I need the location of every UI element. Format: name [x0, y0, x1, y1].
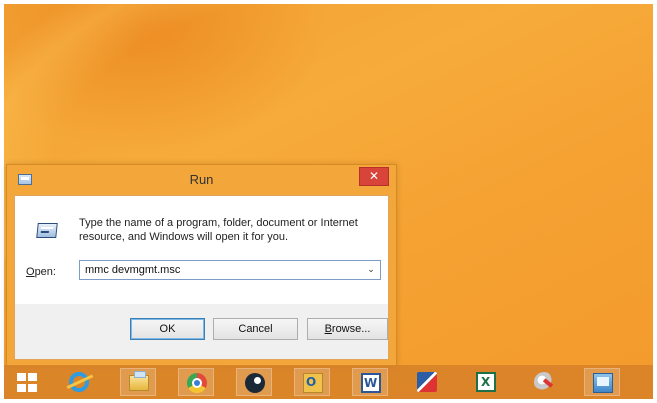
- browse-accelerator: B: [324, 323, 332, 335]
- taskbar-item-excel[interactable]: [468, 368, 504, 396]
- word-icon: [361, 373, 381, 393]
- windows-logo-icon: [17, 373, 37, 393]
- taskbar-item-chrome[interactable]: [178, 368, 214, 396]
- open-label-accelerator: O: [26, 266, 35, 278]
- run-program-icon: [36, 223, 58, 238]
- dialog-client-area: Type the name of a program, folder, docu…: [14, 195, 389, 360]
- taskbar-item-file-explorer[interactable]: [120, 368, 156, 396]
- taskbar: [4, 365, 653, 399]
- taskbar-item-outlook[interactable]: [294, 368, 330, 396]
- outlook-icon: [303, 373, 323, 393]
- open-label-text: pen:: [34, 266, 56, 278]
- cancel-button[interactable]: Cancel: [213, 318, 298, 340]
- taskbar-item-tools[interactable]: [526, 368, 562, 396]
- excel-icon: [476, 372, 496, 392]
- open-combobox[interactable]: ⌄: [79, 260, 381, 280]
- run-dialog: Run ✕ Type the name of a program, folder…: [6, 164, 397, 367]
- dialog-title: Run: [189, 172, 214, 187]
- control-panel-icon: [593, 373, 613, 393]
- browse-button[interactable]: Browse...: [307, 318, 388, 340]
- browse-label: rowse...: [331, 323, 371, 335]
- start-button[interactable]: [9, 368, 45, 396]
- close-icon: ✕: [368, 169, 380, 183]
- chrome-icon: [187, 373, 207, 393]
- taskbar-item-control-panel[interactable]: [584, 368, 620, 396]
- dialog-description: Type the name of a program, folder, docu…: [79, 217, 358, 243]
- internet-explorer-icon: [69, 372, 89, 392]
- chevron-down-icon[interactable]: ⌄: [365, 263, 377, 277]
- tools-icon: [534, 372, 554, 392]
- close-button[interactable]: ✕: [359, 167, 389, 186]
- pen-tool-icon: [417, 372, 437, 392]
- dialog-content-panel: Type the name of a program, folder, docu…: [15, 196, 388, 304]
- taskbar-item-internet-explorer[interactable]: [61, 368, 97, 396]
- open-label: Open:: [26, 266, 56, 278]
- ok-button[interactable]: OK: [130, 318, 205, 340]
- file-explorer-icon: [129, 371, 149, 391]
- taskbar-item-pen-tool[interactable]: [409, 368, 445, 396]
- open-input[interactable]: [85, 263, 355, 277]
- taskbar-item-word[interactable]: [352, 368, 388, 396]
- taskbar-item-steam[interactable]: [236, 368, 272, 396]
- steam-icon: [245, 373, 265, 393]
- title-bar[interactable]: Run ✕: [7, 165, 396, 195]
